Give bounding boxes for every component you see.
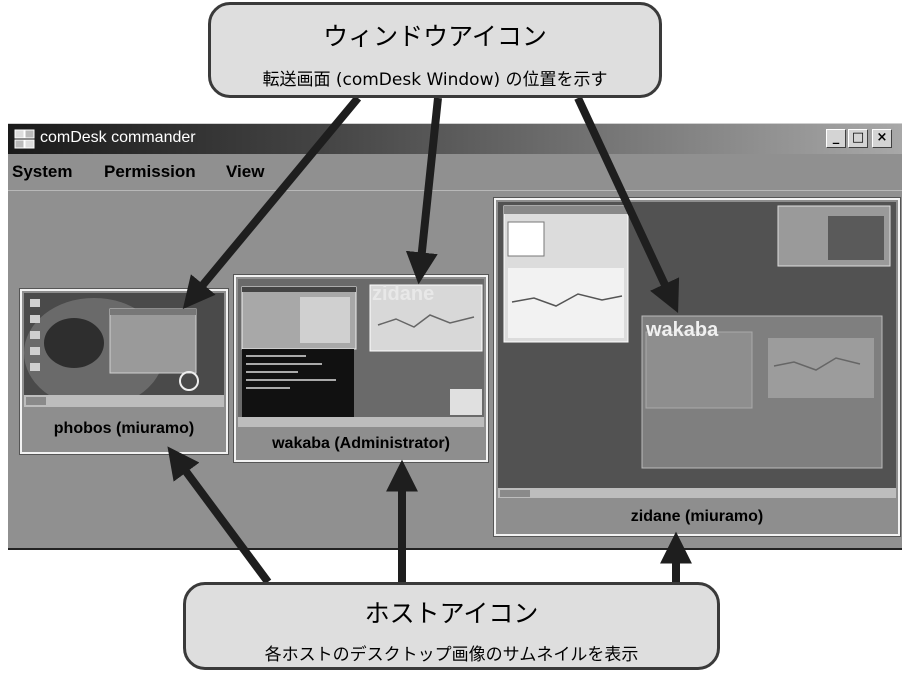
host-icon-callout: ホストアイコン 各ホストのデスクトップ画像のサムネイルを表示 (183, 582, 720, 670)
window-arrow-phobos (182, 95, 362, 310)
host-arrow-phobos (167, 446, 272, 585)
callout-subtitle: 転送画面 (comDesk Window) の位置を示す (262, 70, 608, 90)
callout-title: ホストアイコン (364, 599, 539, 628)
window-arrow-zidane (574, 96, 680, 314)
annotation-arrows (167, 95, 692, 585)
callout-subtitle: 各ホストのデスクトップ画像のサムネイルを表示 (264, 645, 639, 665)
window-icon-callout: ウィンドウアイコン 転送画面 (comDesk Window) の位置を示す (208, 2, 662, 98)
window-arrow-wakaba (405, 97, 442, 285)
callout-title: ウィンドウアイコン (323, 22, 547, 51)
